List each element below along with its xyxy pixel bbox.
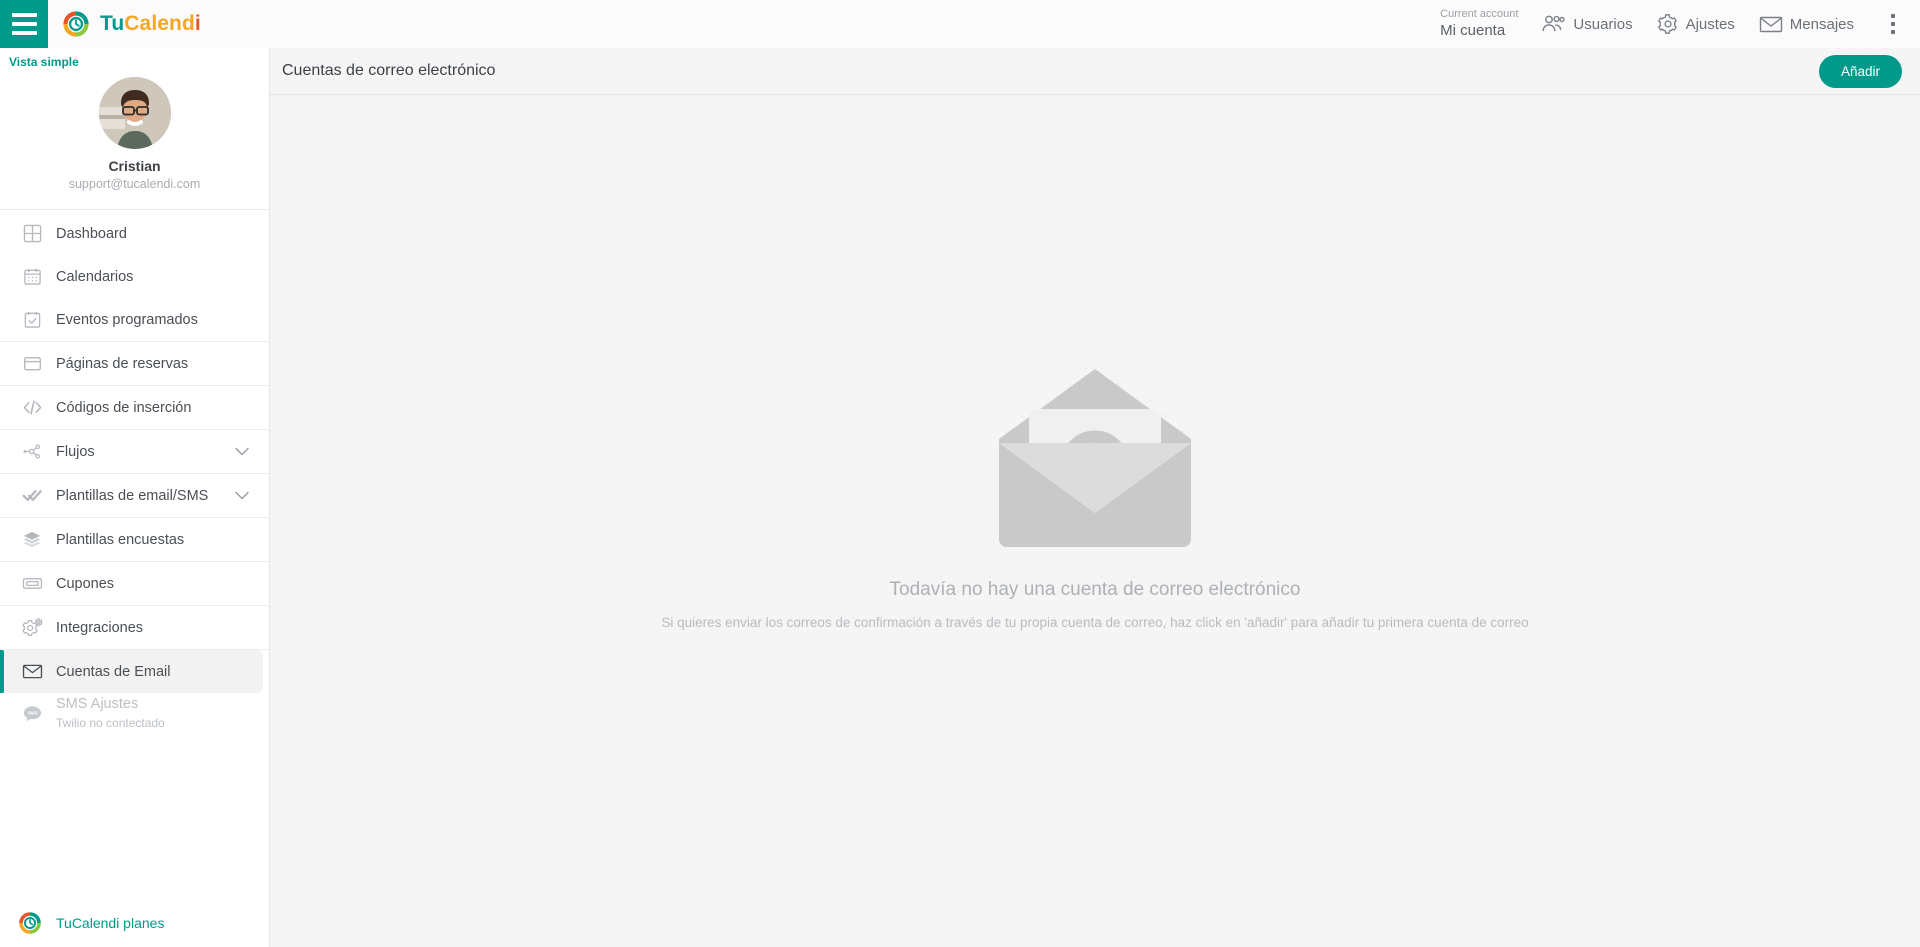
sidebar-item-sms-ajustes[interactable]: SMS SMS Ajustes Twilio no contectado	[0, 693, 269, 733]
kebab-dot	[1891, 14, 1895, 18]
layers-icon	[20, 530, 44, 549]
sidebar-item-label: Cupones	[56, 575, 115, 592]
brand-name-part3: i	[194, 12, 201, 35]
tucalendi-plans-label: TuCalendi planes	[56, 915, 165, 931]
content-header: Cuentas de correo electrónico Añadir	[270, 48, 1920, 95]
nav-group: Plantillas de email/SMS	[0, 474, 269, 518]
svg-text:SMS: SMS	[27, 710, 37, 716]
flow-nodes-icon	[20, 442, 44, 461]
sidebar-item-label: Dashboard	[56, 225, 127, 242]
simple-view-toggle[interactable]: Vista simple	[0, 48, 269, 69]
top-nav-mensajes[interactable]: Mensajes	[1759, 15, 1854, 34]
code-icon	[20, 398, 44, 417]
hamburger-menu-icon[interactable]	[0, 0, 48, 48]
sidebar-item-cuentas-de-email[interactable]: Cuentas de Email	[0, 650, 263, 693]
sidebar-item-flujos[interactable]: Flujos	[0, 430, 269, 473]
ticket-icon	[20, 575, 44, 592]
current-account[interactable]: Current account Mi cuenta	[1440, 8, 1518, 41]
sidebar-item-label: Eventos programados	[56, 311, 198, 328]
sidebar-item-label: Cuentas de Email	[56, 663, 171, 680]
nav-group: Integraciones	[0, 606, 269, 650]
empty-state-title: Todavía no hay una cuenta de correo elec…	[889, 579, 1301, 600]
top-nav-ajustes-label: Ajustes	[1685, 15, 1735, 33]
sidebar-item-eventos-programados[interactable]: Eventos programados	[0, 298, 269, 341]
nav-group: Flujos	[0, 430, 269, 474]
top-nav-usuarios-label: Usuarios	[1573, 15, 1633, 33]
brand-name-part1: Tu	[100, 12, 125, 35]
mail-icon	[20, 663, 44, 680]
sidebar-item-label: Flujos	[56, 443, 95, 460]
avatar[interactable]	[98, 77, 171, 149]
window-icon	[20, 354, 44, 373]
sidebar-item-label: SMS Ajustes	[56, 696, 139, 713]
brand-name: TuCalendi	[100, 12, 201, 36]
nav-group: Páginas de reservas	[0, 342, 269, 386]
sidebar-item-label: Páginas de reservas	[56, 355, 189, 372]
sidebar-item-sms-text: SMS Ajustes Twilio no contectado	[56, 696, 165, 730]
sidebar-item-calendarios[interactable]: Calendarios	[0, 255, 269, 298]
kebab-dot	[1891, 22, 1895, 26]
sidebar-item-label: Integraciones	[56, 619, 144, 636]
sidebar-item-paginas-de-reservas[interactable]: Páginas de reservas	[0, 342, 269, 385]
sms-bubble-icon: SMS	[20, 704, 44, 723]
tucalendi-plans-link[interactable]: TuCalendi planes	[0, 899, 269, 947]
dashboard-grid-icon	[20, 224, 44, 243]
sidebar-item-integraciones[interactable]: Integraciones	[0, 606, 269, 649]
double-check-icon	[20, 486, 44, 505]
hamburger-bar	[11, 22, 37, 26]
current-account-value: Mi cuenta	[1440, 21, 1506, 39]
chevron-down-icon[interactable]	[235, 488, 249, 504]
brand-name-part2: Calend	[124, 12, 195, 35]
empty-state: Todavía no hay una cuenta de correo elec…	[270, 95, 1920, 947]
sidebar-item-plantillas-encuestas[interactable]: Plantillas encuestas	[0, 518, 269, 561]
sidebar-profile: Cristian support@tucalendi.com	[0, 69, 269, 210]
brand-logo[interactable]: TuCalendi	[62, 10, 201, 38]
top-bar: TuCalendi Current account Mi cuenta Usua…	[0, 0, 1920, 48]
sidebar-item-codigos-de-insercion[interactable]: Códigos de inserción	[0, 386, 269, 429]
more-vertical-icon[interactable]	[1878, 4, 1908, 44]
nav-group: Plantillas encuestas	[0, 518, 269, 562]
users-icon	[1540, 14, 1566, 34]
sidebar-item-label: Calendarios	[56, 268, 134, 285]
sidebar-item-dashboard[interactable]: Dashboard	[0, 212, 269, 255]
hamburger-bar	[11, 13, 37, 17]
kebab-dot	[1891, 30, 1895, 34]
tucalendi-logo-icon	[63, 11, 89, 37]
add-button[interactable]: Añadir	[1818, 54, 1902, 88]
profile-name: Cristian	[108, 158, 161, 174]
nav-group: Cuentas de Email SMS SMS Ajustes Twilio …	[0, 650, 269, 733]
page-title: Cuentas de correo electrónico	[282, 62, 496, 79]
sidebar-item-cupones[interactable]: Cupones	[0, 562, 269, 605]
profile-email: support@tucalendi.com	[68, 177, 201, 191]
main-content: Cuentas de correo electrónico Añadir Tod…	[270, 48, 1920, 947]
sidebar-item-sublabel: Twilio no contectado	[56, 715, 165, 730]
calendar-icon	[20, 267, 44, 286]
gears-icon	[20, 617, 44, 638]
sidebar-item-plantillas-de-email-sms[interactable]: Plantillas de email/SMS	[0, 474, 269, 517]
sidebar-item-label: Plantillas encuestas	[56, 531, 185, 548]
sidebar-item-label: Códigos de inserción	[56, 399, 192, 416]
open-envelope-at-icon	[999, 369, 1191, 547]
nav-group: Códigos de inserción	[0, 386, 269, 430]
sidebar-item-label: Plantillas de email/SMS	[56, 487, 209, 504]
gear-icon	[1657, 13, 1679, 35]
sidebar: Vista simple Cristian support@tucalendi.…	[0, 48, 270, 947]
top-nav-mensajes-label: Mensajes	[1789, 15, 1854, 33]
current-account-label: Current account	[1440, 7, 1519, 20]
chevron-down-icon[interactable]	[235, 444, 249, 460]
sidebar-nav: Dashboard Calendarios Eventos programado…	[0, 210, 269, 733]
calendar-check-icon	[20, 310, 44, 329]
top-nav-ajustes[interactable]: Ajustes	[1657, 13, 1735, 35]
envelope-icon	[1759, 15, 1783, 34]
nav-group: Dashboard Calendarios Eventos programado…	[0, 212, 269, 342]
top-bar-right: Current account Mi cuenta Usuarios Ajust…	[1440, 0, 1920, 48]
top-nav-usuarios[interactable]: Usuarios	[1540, 14, 1633, 34]
user-avatar	[98, 77, 171, 149]
hamburger-bar	[11, 31, 37, 35]
empty-state-subtitle: Si quieres enviar los correos de confirm…	[661, 615, 1529, 630]
tucalendi-logo-icon	[19, 912, 41, 934]
nav-group: Cupones	[0, 562, 269, 606]
